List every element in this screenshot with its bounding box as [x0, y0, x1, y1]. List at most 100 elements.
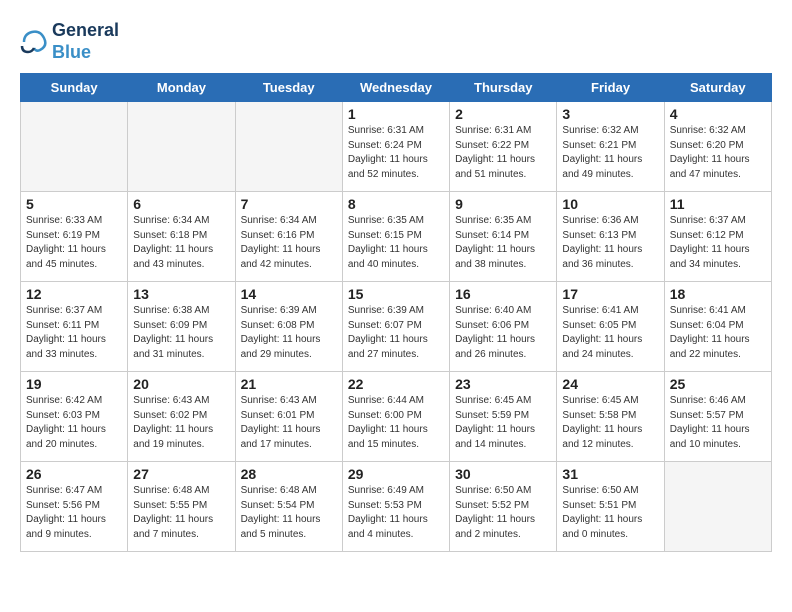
day-info: Sunrise: 6:33 AM Sunset: 6:19 PM Dayligh… — [26, 214, 122, 272]
day-info: Sunrise: 6:38 AM Sunset: 6:09 PM Dayligh… — [133, 304, 229, 362]
weekday-header-thursday: Thursday — [450, 74, 557, 102]
day-info: Sunrise: 6:50 AM Sunset: 5:52 PM Dayligh… — [455, 484, 551, 542]
day-info: Sunrise: 6:35 AM Sunset: 6:14 PM Dayligh… — [455, 214, 551, 272]
calendar-cell — [235, 102, 342, 192]
calendar-cell: 21 Sunrise: 6:43 AM Sunset: 6:01 PM Dayli… — [235, 372, 342, 462]
calendar-cell: 12Sunrise: 6:37 AM Sunset: 6:11 PM Dayli… — [21, 282, 128, 372]
day-info: Sunrise: 6:50 AM Sunset: 5:51 PM Dayligh… — [562, 484, 658, 542]
day-number: 28 — [241, 466, 337, 482]
day-info: Sunrise: 6:48 AM Sunset: 5:55 PM Dayligh… — [133, 484, 229, 542]
calendar-cell — [664, 462, 771, 552]
day-number: 10 — [562, 196, 658, 212]
day-number: 31 — [562, 466, 658, 482]
day-info: Sunrise: 6:31 AM Sunset: 6:24 PM Dayligh… — [348, 124, 444, 182]
day-info: Sunrise: 6:39 AM Sunset: 6:08 PM Dayligh… — [241, 304, 337, 362]
day-number: 15 — [348, 286, 444, 302]
day-number: 19 — [26, 376, 122, 392]
day-info: Sunrise: 6:45 AM Sunset: 5:59 PM Dayligh… — [455, 394, 551, 452]
day-number: 7 — [241, 196, 337, 212]
calendar-cell — [21, 102, 128, 192]
weekday-header-tuesday: Tuesday — [235, 74, 342, 102]
day-number: 3 — [562, 106, 658, 122]
page-header: General Blue — [20, 20, 772, 63]
calendar-cell: 1 Sunrise: 6:31 AM Sunset: 6:24 PM Daylig… — [342, 102, 449, 192]
calendar-cell: 13 Sunrise: 6:38 AM Sunset: 6:09 PM Dayli… — [128, 282, 235, 372]
day-number: 26 — [26, 466, 122, 482]
day-info: Sunrise: 6:48 AM Sunset: 5:54 PM Dayligh… — [241, 484, 337, 542]
calendar-cell: 14 Sunrise: 6:39 AM Sunset: 6:08 PM Dayli… — [235, 282, 342, 372]
logo: General Blue — [20, 20, 119, 63]
calendar-cell: 23 Sunrise: 6:45 AM Sunset: 5:59 PM Dayli… — [450, 372, 557, 462]
day-number: 8 — [348, 196, 444, 212]
calendar-cell: 8 Sunrise: 6:35 AM Sunset: 6:15 PM Daylig… — [342, 192, 449, 282]
calendar-cell: 17 Sunrise: 6:41 AM Sunset: 6:05 PM Dayli… — [557, 282, 664, 372]
calendar-cell: 26 Sunrise: 6:47 AM Sunset: 5:56 PM Dayli… — [21, 462, 128, 552]
calendar-cell: 9 Sunrise: 6:35 AM Sunset: 6:14 PM Daylig… — [450, 192, 557, 282]
weekday-header-wednesday: Wednesday — [342, 74, 449, 102]
logo-icon — [20, 28, 48, 56]
day-number: 18 — [670, 286, 766, 302]
day-info: Sunrise: 6:36 AM Sunset: 6:13 PM Dayligh… — [562, 214, 658, 272]
calendar-cell: 2 Sunrise: 6:31 AM Sunset: 6:22 PM Daylig… — [450, 102, 557, 192]
calendar-cell: 5 Sunrise: 6:33 AM Sunset: 6:19 PM Daylig… — [21, 192, 128, 282]
day-number: 9 — [455, 196, 551, 212]
calendar-cell: 27 Sunrise: 6:48 AM Sunset: 5:55 PM Dayli… — [128, 462, 235, 552]
day-info: Sunrise: 6:35 AM Sunset: 6:15 PM Dayligh… — [348, 214, 444, 272]
day-info: Sunrise: 6:44 AM Sunset: 6:00 PM Dayligh… — [348, 394, 444, 452]
day-info: Sunrise: 6:41 AM Sunset: 6:05 PM Dayligh… — [562, 304, 658, 362]
week-row-1: 1 Sunrise: 6:31 AM Sunset: 6:24 PM Daylig… — [21, 102, 772, 192]
week-row-5: 26 Sunrise: 6:47 AM Sunset: 5:56 PM Dayli… — [21, 462, 772, 552]
weekday-header-friday: Friday — [557, 74, 664, 102]
calendar-cell: 11 Sunrise: 6:37 AM Sunset: 6:12 PM Dayli… — [664, 192, 771, 282]
day-info: Sunrise: 6:42 AM Sunset: 6:03 PM Dayligh… — [26, 394, 122, 452]
calendar-cell: 28 Sunrise: 6:48 AM Sunset: 5:54 PM Dayli… — [235, 462, 342, 552]
calendar-cell: 7Sunrise: 6:34 AM Sunset: 6:16 PM Daylig… — [235, 192, 342, 282]
calendar-cell: 22 Sunrise: 6:44 AM Sunset: 6:00 PM Dayli… — [342, 372, 449, 462]
day-info: Sunrise: 6:45 AM Sunset: 5:58 PM Dayligh… — [562, 394, 658, 452]
calendar-cell: 10 Sunrise: 6:36 AM Sunset: 6:13 PM Dayli… — [557, 192, 664, 282]
day-number: 14 — [241, 286, 337, 302]
calendar-cell: 15 Sunrise: 6:39 AM Sunset: 6:07 PM Dayli… — [342, 282, 449, 372]
day-number: 22 — [348, 376, 444, 392]
calendar-cell: 6Sunrise: 6:34 AM Sunset: 6:18 PM Daylig… — [128, 192, 235, 282]
day-number: 5 — [26, 196, 122, 212]
calendar-cell: 31 Sunrise: 6:50 AM Sunset: 5:51 PM Dayli… — [557, 462, 664, 552]
day-number: 23 — [455, 376, 551, 392]
day-info: Sunrise: 6:37 AM Sunset: 6:12 PM Dayligh… — [670, 214, 766, 272]
day-number: 20 — [133, 376, 229, 392]
calendar-cell: 29 Sunrise: 6:49 AM Sunset: 5:53 PM Dayli… — [342, 462, 449, 552]
day-number: 29 — [348, 466, 444, 482]
day-info: Sunrise: 6:43 AM Sunset: 6:01 PM Dayligh… — [241, 394, 337, 452]
day-info: Sunrise: 6:47 AM Sunset: 5:56 PM Dayligh… — [26, 484, 122, 542]
day-info: Sunrise: 6:32 AM Sunset: 6:20 PM Dayligh… — [670, 124, 766, 182]
week-row-3: 12Sunrise: 6:37 AM Sunset: 6:11 PM Dayli… — [21, 282, 772, 372]
day-info: Sunrise: 6:46 AM Sunset: 5:57 PM Dayligh… — [670, 394, 766, 452]
day-number: 2 — [455, 106, 551, 122]
day-number: 1 — [348, 106, 444, 122]
day-number: 16 — [455, 286, 551, 302]
weekday-header-sunday: Sunday — [21, 74, 128, 102]
day-info: Sunrise: 6:34 AM Sunset: 6:18 PM Dayligh… — [133, 214, 229, 272]
day-number: 27 — [133, 466, 229, 482]
calendar-cell: 3 Sunrise: 6:32 AM Sunset: 6:21 PM Daylig… — [557, 102, 664, 192]
day-number: 13 — [133, 286, 229, 302]
logo-text: General Blue — [52, 20, 119, 63]
day-info: Sunrise: 6:43 AM Sunset: 6:02 PM Dayligh… — [133, 394, 229, 452]
day-number: 30 — [455, 466, 551, 482]
day-info: Sunrise: 6:32 AM Sunset: 6:21 PM Dayligh… — [562, 124, 658, 182]
calendar-cell: 25Sunrise: 6:46 AM Sunset: 5:57 PM Dayli… — [664, 372, 771, 462]
week-row-2: 5 Sunrise: 6:33 AM Sunset: 6:19 PM Daylig… — [21, 192, 772, 282]
day-number: 17 — [562, 286, 658, 302]
day-info: Sunrise: 6:39 AM Sunset: 6:07 PM Dayligh… — [348, 304, 444, 362]
day-number: 24 — [562, 376, 658, 392]
weekday-header-saturday: Saturday — [664, 74, 771, 102]
calendar-cell: 30 Sunrise: 6:50 AM Sunset: 5:52 PM Dayli… — [450, 462, 557, 552]
day-number: 4 — [670, 106, 766, 122]
day-number: 21 — [241, 376, 337, 392]
day-info: Sunrise: 6:31 AM Sunset: 6:22 PM Dayligh… — [455, 124, 551, 182]
day-info: Sunrise: 6:49 AM Sunset: 5:53 PM Dayligh… — [348, 484, 444, 542]
calendar-cell: 16Sunrise: 6:40 AM Sunset: 6:06 PM Dayli… — [450, 282, 557, 372]
day-number: 11 — [670, 196, 766, 212]
calendar-cell: 20 Sunrise: 6:43 AM Sunset: 6:02 PM Dayli… — [128, 372, 235, 462]
calendar-table: SundayMondayTuesdayWednesdayThursdayFrid… — [20, 73, 772, 552]
